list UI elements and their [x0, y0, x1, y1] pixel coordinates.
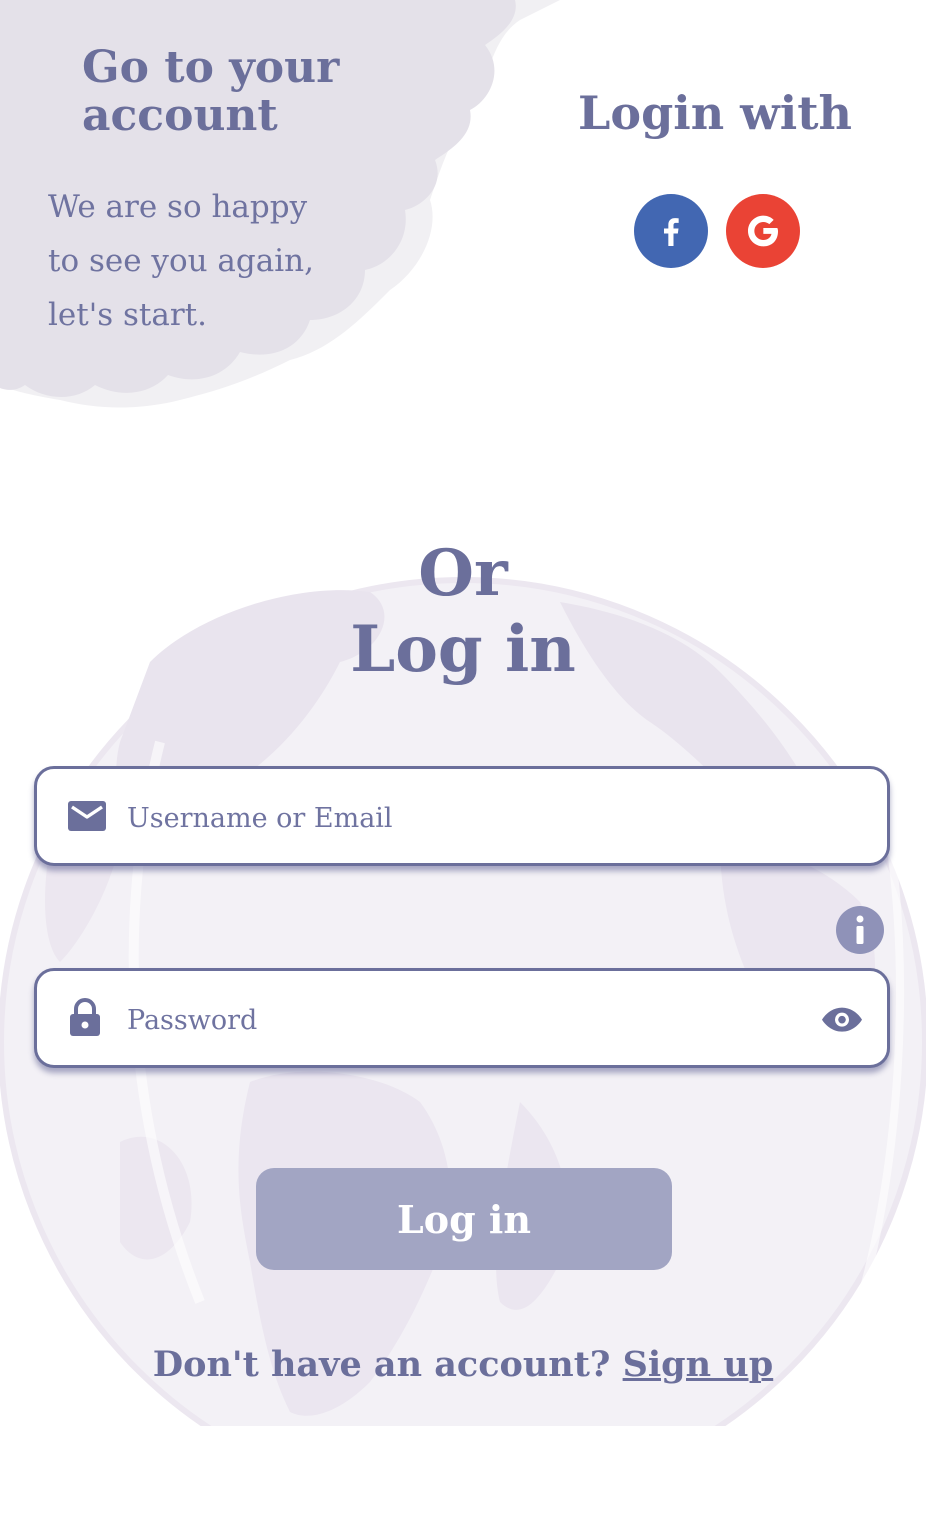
- mail-icon: [67, 799, 107, 833]
- signup-prompt-text: Don't have an account?: [152, 1344, 611, 1385]
- username-field[interactable]: [34, 766, 890, 866]
- facebook-icon: [664, 218, 679, 246]
- signup-prompt: Don't have an account? Sign up: [0, 1344, 926, 1385]
- username-input[interactable]: [125, 789, 809, 847]
- or-heading-line2: Log in: [350, 612, 576, 687]
- info-icon[interactable]: [836, 906, 884, 954]
- signup-link[interactable]: Sign up: [623, 1344, 774, 1385]
- password-input[interactable]: [125, 991, 809, 1049]
- or-heading-line1: Or: [418, 536, 508, 611]
- password-field[interactable]: [34, 968, 890, 1068]
- login-page: Go to your account We are so happy to se…: [0, 0, 926, 1528]
- google-login-button[interactable]: [726, 194, 800, 268]
- eye-icon[interactable]: [821, 1006, 863, 1034]
- lock-icon: [67, 998, 103, 1038]
- or-login-heading: Or Log in: [0, 536, 926, 688]
- facebook-login-button[interactable]: [634, 194, 708, 268]
- login-with-heading: Login with: [578, 86, 852, 140]
- welcome-text: We are so happy to see you again, let's …: [48, 189, 314, 333]
- welcome-title: Go to your account: [82, 42, 340, 141]
- google-icon: [748, 215, 778, 247]
- login-submit-button[interactable]: Log in: [256, 1168, 672, 1270]
